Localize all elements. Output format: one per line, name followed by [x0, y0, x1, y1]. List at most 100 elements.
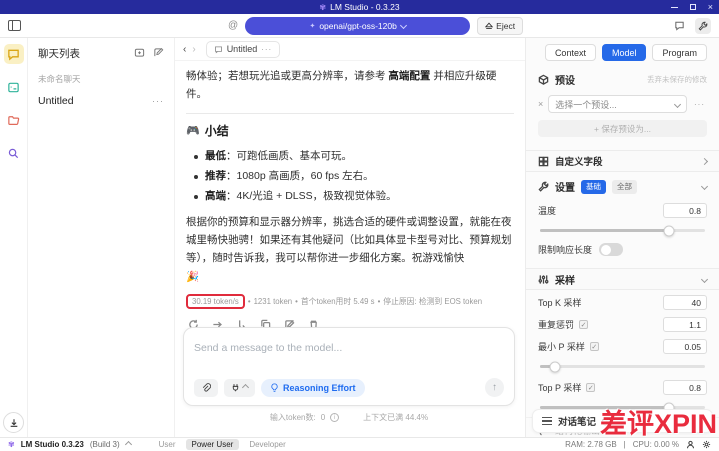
limit-length-toggle[interactable]: [599, 243, 624, 256]
sliders-icon: [538, 274, 549, 285]
composer: Reasoning Effort ↑: [183, 327, 515, 406]
top-k-input[interactable]: 40: [663, 295, 707, 310]
chat-tab-label: Untitled: [226, 44, 258, 54]
chat-item-menu-icon[interactable]: ···: [152, 96, 164, 106]
top-p-label: Top P 采样: [538, 383, 582, 393]
nav-developer-icon[interactable]: [4, 77, 24, 97]
notes-lines-icon: [542, 417, 552, 425]
top-p-checkbox[interactable]: ✓: [586, 383, 596, 392]
chevron-down-icon: [673, 100, 682, 108]
paperclip-icon: [202, 382, 211, 392]
maximize-button[interactable]: [689, 4, 696, 10]
model-name: openai/gpt-oss-120b: [319, 20, 397, 31]
input-token-value: 0: [320, 413, 326, 422]
repeat-penalty-input[interactable]: 1.1: [663, 317, 707, 332]
minimize-button[interactable]: [670, 6, 678, 8]
wrench-icon[interactable]: [695, 17, 711, 34]
mode-user[interactable]: User: [153, 439, 182, 450]
nav-rail: [0, 38, 28, 437]
preset-menu-icon[interactable]: ···: [692, 100, 707, 109]
limit-length-row: 限制响应长度: [526, 236, 719, 258]
build-number: (Build 3): [89, 440, 120, 449]
nav-back-icon[interactable]: ‹: [183, 44, 186, 55]
send-button[interactable]: ↑: [485, 378, 504, 397]
user-icon[interactable]: [686, 440, 695, 449]
chevron-up-icon[interactable]: [124, 440, 132, 449]
nav-forward-icon[interactable]: ›: [192, 44, 195, 55]
preset-select-placeholder: 选择一个预设...: [555, 99, 617, 110]
toolbar: @ ✦ openai/gpt-oss-120b Eject: [0, 14, 719, 38]
summary-heading: 🎮 小结: [186, 123, 229, 138]
clear-preset-icon[interactable]: ×: [538, 99, 543, 109]
new-folder-icon[interactable]: [134, 47, 145, 61]
composer-footer: 输入token数: 0 i 上下文已满 44.4%: [183, 412, 515, 423]
top-k-row: Top K 采样 40: [526, 290, 719, 312]
ram-usage: RAM: 2.78 GB: [565, 440, 617, 449]
right-panel: Context Model Program 预设 丢弃未保存的修改 × 选择一个…: [525, 38, 719, 437]
reasoning-effort-label: Reasoning Effort: [283, 382, 356, 393]
message-paragraph: 根据你的预算和显示器分辨率，挑选合适的硬件或调整设置，就能在夜城里畅快驰骋！如果…: [186, 215, 512, 283]
settings-basic-toggle[interactable]: 基础: [581, 179, 606, 194]
top-k-label: Top K 采样: [538, 298, 582, 308]
new-chat-icon[interactable]: [153, 47, 164, 61]
gear-icon[interactable]: [702, 440, 711, 449]
message-paragraph: 畅体验；若想玩光追或更高分辨率，请参考 高端配置 并相应升级硬件。: [186, 70, 497, 101]
chat-group-label: 未命名聊天: [38, 74, 81, 84]
sparkle-icon: ✦: [309, 22, 316, 30]
min-p-slider[interactable]: [540, 361, 705, 372]
mode-developer[interactable]: Developer: [243, 439, 291, 450]
sidebar-toggle-icon[interactable]: [8, 20, 21, 31]
chat-main: ‹ › Untitled ··· 畅体验；若想玩光追或更高分辨率，请参考 高端配…: [175, 38, 525, 437]
repeat-penalty-checkbox[interactable]: ✓: [579, 320, 589, 329]
temperature-input[interactable]: 0.8: [663, 203, 707, 218]
save-preset-button[interactable]: + 保存预设为...: [538, 120, 707, 137]
min-p-label: 最小 P 采样: [538, 342, 585, 352]
tab-strip: ‹ › Untitled ···: [175, 38, 525, 61]
window-title: LM Studio - 0.3.23: [330, 2, 400, 12]
tab-program[interactable]: Program: [652, 44, 707, 61]
chat-tab[interactable]: Untitled ···: [205, 40, 281, 58]
discard-changes-link[interactable]: 丢弃未保存的修改: [647, 74, 707, 85]
chat-tab-menu-icon[interactable]: ···: [261, 45, 272, 54]
custom-fields-section[interactable]: 自定义字段: [526, 150, 719, 172]
message-input[interactable]: [194, 342, 504, 354]
tab-model[interactable]: Model: [601, 44, 647, 61]
settings-section[interactable]: 设置 基础 全部: [526, 172, 719, 198]
feedback-icon[interactable]: [671, 18, 687, 34]
chat-list-item[interactable]: Untitled ···: [38, 91, 164, 111]
chat-list-title: 聊天列表: [38, 48, 80, 60]
temperature-slider[interactable]: [540, 225, 705, 236]
tab-context[interactable]: Context: [544, 44, 596, 61]
generation-stats: 30.19 token/s • 1231 token • 首个token用时 5…: [186, 294, 514, 310]
nav-chat-icon[interactable]: [3, 44, 24, 64]
top-p-input[interactable]: 0.8: [663, 380, 707, 395]
sampling-section[interactable]: 采样: [526, 268, 719, 290]
downloads-button[interactable]: [3, 412, 24, 433]
input-token-label: 输入token数:: [269, 413, 316, 422]
preset-box-icon: [538, 74, 549, 85]
preset-select[interactable]: 选择一个预设...: [548, 95, 687, 113]
context-info-icon[interactable]: i: [330, 413, 340, 422]
chevron-up-icon: [241, 383, 250, 392]
settings-all-toggle[interactable]: 全部: [612, 179, 637, 194]
nav-models-folder-icon[interactable]: [4, 110, 24, 130]
wrench-icon: [538, 181, 549, 192]
attach-button[interactable]: [194, 378, 218, 397]
eject-button[interactable]: Eject: [477, 16, 524, 35]
mention-icon[interactable]: @: [228, 20, 238, 31]
close-button[interactable]: ×: [708, 2, 713, 12]
chevron-down-icon: [700, 275, 709, 283]
min-p-checkbox[interactable]: ✓: [589, 342, 599, 351]
party-popper-icon: 🎉: [186, 270, 200, 283]
top-p-row: Top P 采样 ✓ 0.8: [526, 372, 719, 397]
mode-power-user[interactable]: Power User: [185, 439, 240, 450]
plugin-button[interactable]: [224, 378, 255, 397]
chat-list-panel: 聊天列表 未命名聊天 Untitled ···: [28, 38, 175, 437]
eject-label: Eject: [496, 20, 516, 31]
nav-discover-icon[interactable]: [4, 143, 24, 163]
chevron-right-icon: [700, 157, 709, 165]
reasoning-effort-button[interactable]: Reasoning Effort: [261, 378, 365, 397]
min-p-input[interactable]: 0.05: [663, 339, 707, 354]
min-p-row: 最小 P 采样 ✓ 0.05: [526, 334, 719, 356]
model-selector[interactable]: ✦ openai/gpt-oss-120b: [245, 16, 471, 35]
